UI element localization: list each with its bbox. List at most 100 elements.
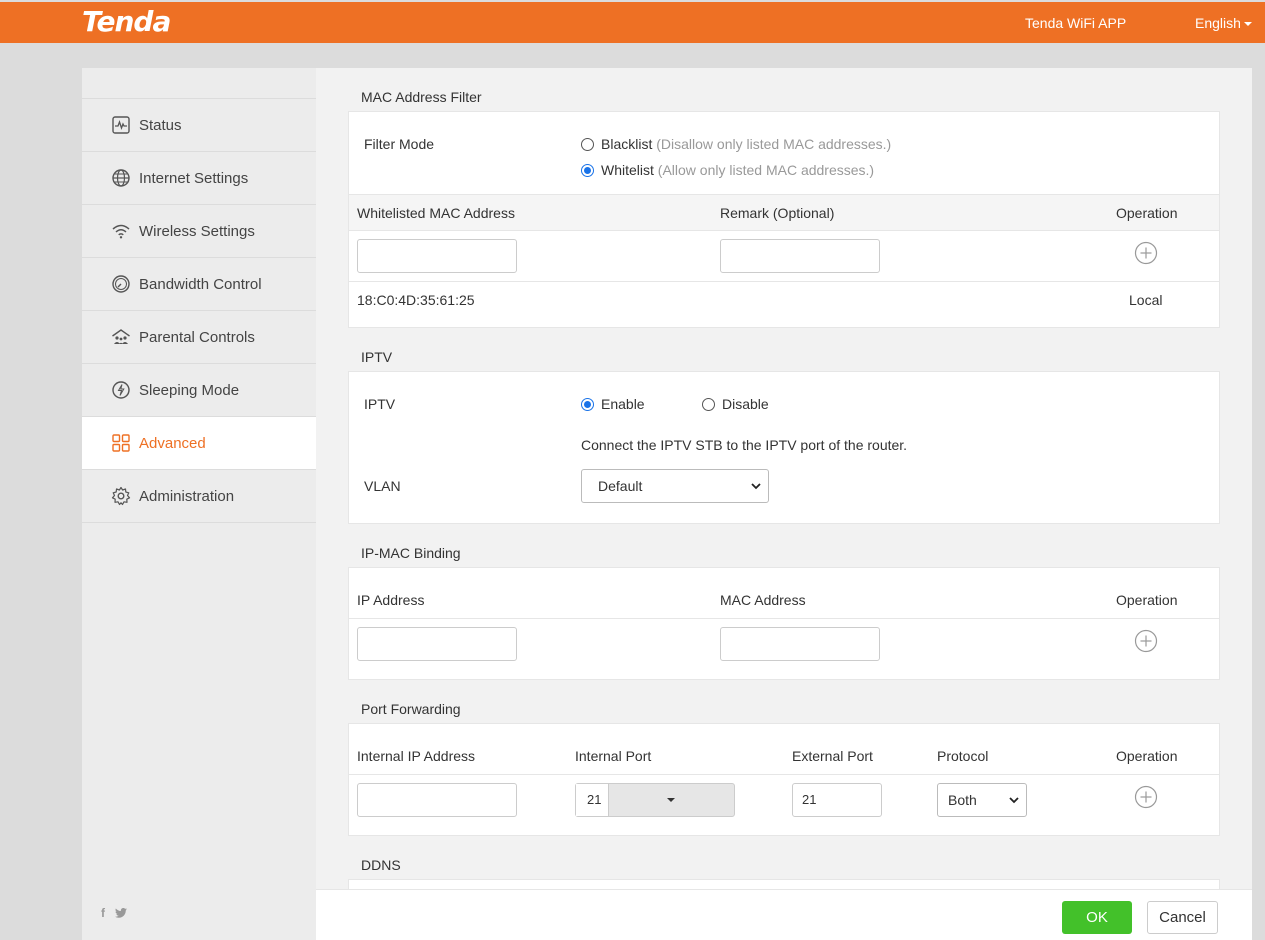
cancel-button[interactable]: Cancel: [1147, 901, 1218, 934]
column-header: Whitelisted MAC Address: [357, 205, 515, 221]
mac-filter-title: MAC Address Filter: [361, 89, 482, 105]
language-label: English: [1195, 15, 1241, 31]
sidebar-item-label: Parental Controls: [139, 328, 255, 346]
ip-mac-binding-title: IP-MAC Binding: [361, 545, 461, 561]
ip-mac-binding-card: IP Address MAC Address Operation: [348, 567, 1220, 680]
mac-row-address: 18:C0:4D:35:61:25: [357, 292, 475, 308]
sidebar-item-bandwidth-control[interactable]: Bandwidth Control: [82, 258, 316, 311]
column-header: Operation: [1116, 205, 1178, 221]
caret-down-icon[interactable]: [667, 798, 675, 802]
whitelist-label: Whitelist: [601, 162, 654, 178]
facebook-icon[interactable]: f: [101, 906, 105, 920]
column-header: External Port: [792, 748, 873, 764]
sidebar-item-label: Administration: [139, 487, 235, 505]
whitelist-option[interactable]: Whitelist (Allow only listed MAC address…: [581, 162, 874, 178]
social-links: f: [101, 906, 134, 920]
wifi-icon: [111, 221, 131, 241]
mac-address-input[interactable]: [357, 239, 517, 273]
port-forwarding-card: Internal IP Address Internal Port Extern…: [348, 723, 1220, 836]
iptv-card: IPTV Enable Disable Connect the IPTV STB…: [348, 371, 1220, 524]
mac-filter-card: Filter Mode Blacklist (Disallow only lis…: [348, 111, 1220, 328]
sidebar-item-label: Advanced: [139, 434, 206, 452]
grid-icon: [111, 433, 131, 453]
port-forwarding-table-header: Internal IP Address Internal Port Extern…: [349, 738, 1219, 775]
iptv-label: IPTV: [364, 396, 396, 412]
external-port-input[interactable]: 21: [792, 783, 882, 817]
wifi-app-link[interactable]: Tenda WiFi APP: [1025, 15, 1126, 31]
column-header: MAC Address: [720, 592, 806, 608]
port-forwarding-title: Port Forwarding: [361, 701, 461, 717]
add-port-forward-button[interactable]: [1134, 785, 1158, 809]
sidebar-item-sleeping-mode[interactable]: Sleeping Mode: [82, 364, 316, 417]
whitelist-radio[interactable]: [581, 164, 594, 177]
sidebar-item-status[interactable]: Status: [82, 99, 316, 152]
sleep-icon: [111, 380, 131, 400]
vlan-value: Default: [598, 478, 643, 494]
sidebar-item-parental-controls[interactable]: Parental Controls: [82, 311, 316, 364]
filter-mode-label: Filter Mode: [364, 136, 435, 152]
sidebar: Status Internet Settings Wireless Settin…: [82, 68, 316, 940]
internal-port-input[interactable]: 21: [576, 784, 609, 816]
status-icon: [111, 115, 131, 135]
binding-mac-input[interactable]: [720, 627, 880, 661]
column-header: Internal Port: [575, 748, 652, 764]
row-divider: [349, 281, 1219, 282]
sidebar-item-label: Sleeping Mode: [139, 381, 240, 399]
ok-button[interactable]: OK: [1062, 901, 1132, 934]
ip-address-input[interactable]: [357, 627, 517, 661]
iptv-enable-option[interactable]: Enable: [581, 396, 645, 412]
chevron-down-icon: [1009, 797, 1019, 804]
blacklist-radio[interactable]: [581, 138, 594, 151]
column-header: Internal IP Address: [357, 748, 476, 764]
protocol-select[interactable]: Both: [937, 783, 1027, 817]
vlan-select[interactable]: Default: [581, 469, 769, 503]
iptv-disable-label: Disable: [722, 396, 769, 412]
column-header: IP Address: [357, 592, 425, 608]
plus-circle-icon: [1134, 629, 1158, 653]
sidebar-item-administration[interactable]: Administration: [82, 470, 316, 523]
blacklist-label: Blacklist: [601, 136, 653, 152]
remark-input[interactable]: [720, 239, 880, 273]
iptv-title: IPTV: [361, 349, 393, 365]
globe-icon: [111, 168, 131, 188]
iptv-enable-radio[interactable]: [581, 398, 594, 411]
protocol-value: Both: [948, 792, 977, 808]
add-binding-button[interactable]: [1134, 629, 1158, 653]
mac-row-operation: Local: [1129, 292, 1163, 308]
sidebar-item-internet-settings[interactable]: Internet Settings: [82, 152, 316, 205]
column-header: Remark (Optional): [720, 205, 835, 221]
plus-circle-icon: [1134, 785, 1158, 809]
iptv-disable-option[interactable]: Disable: [702, 396, 769, 412]
chevron-down-icon: [751, 483, 761, 490]
vlan-label: VLAN: [364, 478, 401, 494]
tenda-logo[interactable]: Tenda: [82, 5, 171, 38]
speedometer-icon: [111, 274, 131, 294]
content-area: MAC Address Filter Filter Mode Blacklist…: [316, 68, 1252, 940]
ip-mac-table-header: IP Address MAC Address Operation: [349, 582, 1219, 619]
blacklist-option[interactable]: Blacklist (Disallow only listed MAC addr…: [581, 136, 891, 152]
iptv-disable-radio[interactable]: [702, 398, 715, 411]
sidebar-item-label: Wireless Settings: [139, 222, 255, 240]
gear-icon: [111, 486, 131, 506]
blacklist-hint: (Disallow only listed MAC addresses.): [656, 136, 892, 152]
footer-bar: OK Cancel: [316, 889, 1252, 940]
twitter-icon[interactable]: [115, 906, 128, 920]
plus-circle-icon: [1134, 241, 1158, 265]
mac-table-header: Whitelisted MAC Address Remark (Optional…: [349, 194, 1219, 231]
whitelist-hint: (Allow only listed MAC addresses.): [657, 162, 875, 178]
top-bar: Tenda Tenda WiFi APP English: [0, 2, 1265, 43]
add-mac-button[interactable]: [1134, 241, 1158, 265]
column-header: Operation: [1116, 592, 1178, 608]
sidebar-item-label: Bandwidth Control: [139, 275, 262, 293]
column-header: Operation: [1116, 748, 1178, 764]
sidebar-item-wireless-settings[interactable]: Wireless Settings: [82, 205, 316, 258]
iptv-enable-label: Enable: [601, 396, 645, 412]
language-selector[interactable]: English: [1195, 15, 1252, 31]
sidebar-item-advanced[interactable]: Advanced: [82, 417, 316, 470]
caret-down-icon: [1243, 22, 1252, 27]
internal-ip-input[interactable]: [357, 783, 517, 817]
ddns-title: DDNS: [361, 857, 401, 873]
column-header: Protocol: [937, 748, 989, 764]
sidebar-nav: Status Internet Settings Wireless Settin…: [82, 98, 316, 523]
internal-port-combo[interactable]: 21: [575, 783, 735, 817]
